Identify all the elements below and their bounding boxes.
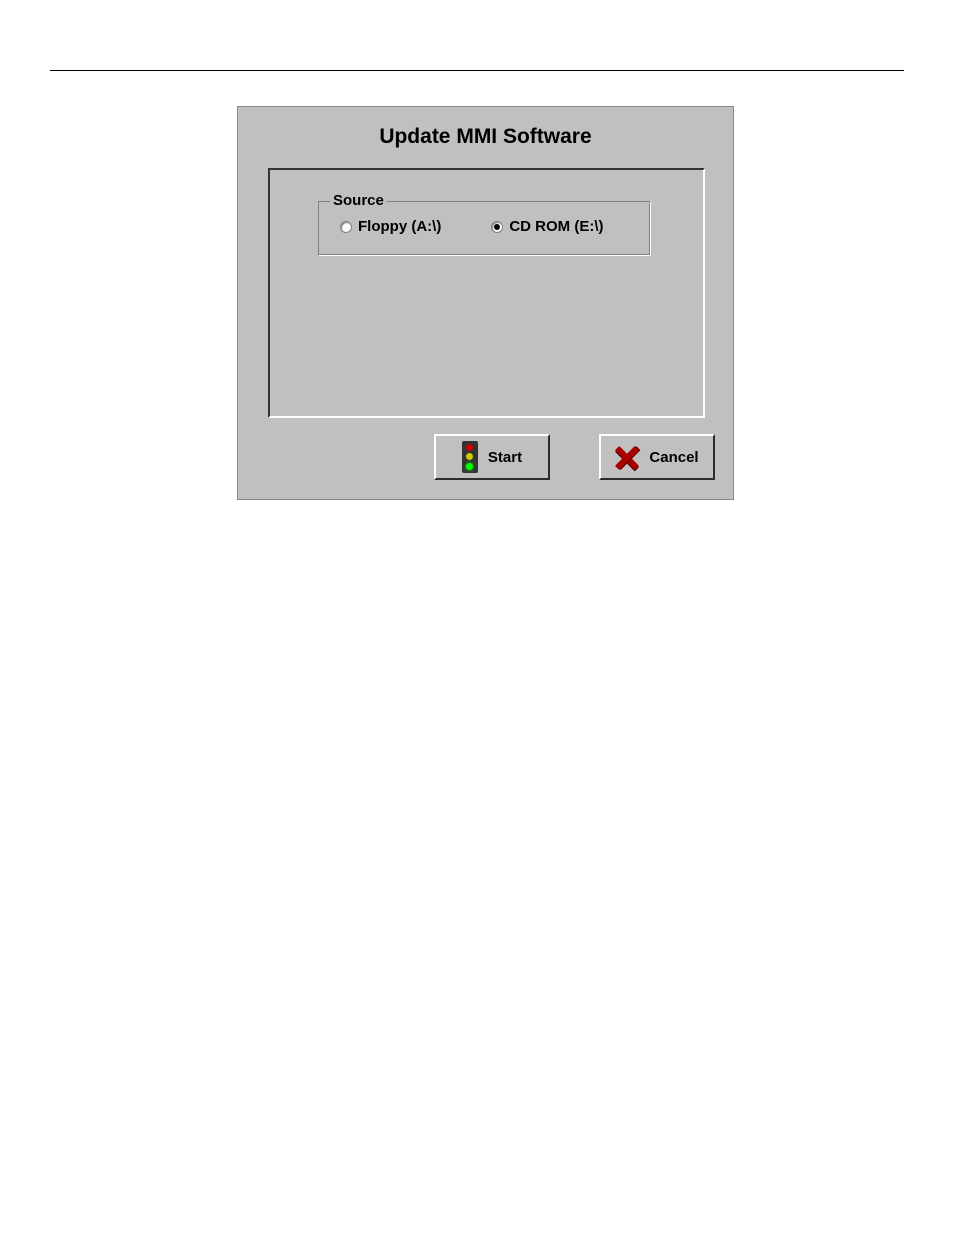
- radio-icon: [340, 221, 352, 233]
- update-mmi-dialog: Update MMI Software Source Floppy (A:\) …: [237, 106, 734, 500]
- cancel-button[interactable]: Cancel: [599, 434, 715, 480]
- radio-floppy[interactable]: Floppy (A:\): [340, 218, 441, 235]
- button-row: Start Cancel: [434, 434, 715, 480]
- close-x-icon: [615, 445, 639, 469]
- radio-icon: [491, 221, 503, 233]
- start-button-label: Start: [488, 449, 522, 466]
- source-legend: Source: [330, 192, 387, 209]
- page-divider: [50, 70, 904, 71]
- source-radio-group: Floppy (A:\) CD ROM (E:\): [340, 218, 640, 235]
- radio-floppy-label: Floppy (A:\): [358, 218, 441, 235]
- cancel-button-label: Cancel: [649, 449, 698, 466]
- radio-cdrom[interactable]: CD ROM (E:\): [491, 218, 603, 235]
- radio-cdrom-label: CD ROM (E:\): [509, 218, 603, 235]
- traffic-light-icon: [462, 441, 478, 473]
- start-button[interactable]: Start: [434, 434, 550, 480]
- content-panel: Source Floppy (A:\) CD ROM (E:\): [268, 168, 705, 418]
- dialog-title: Update MMI Software: [238, 107, 733, 149]
